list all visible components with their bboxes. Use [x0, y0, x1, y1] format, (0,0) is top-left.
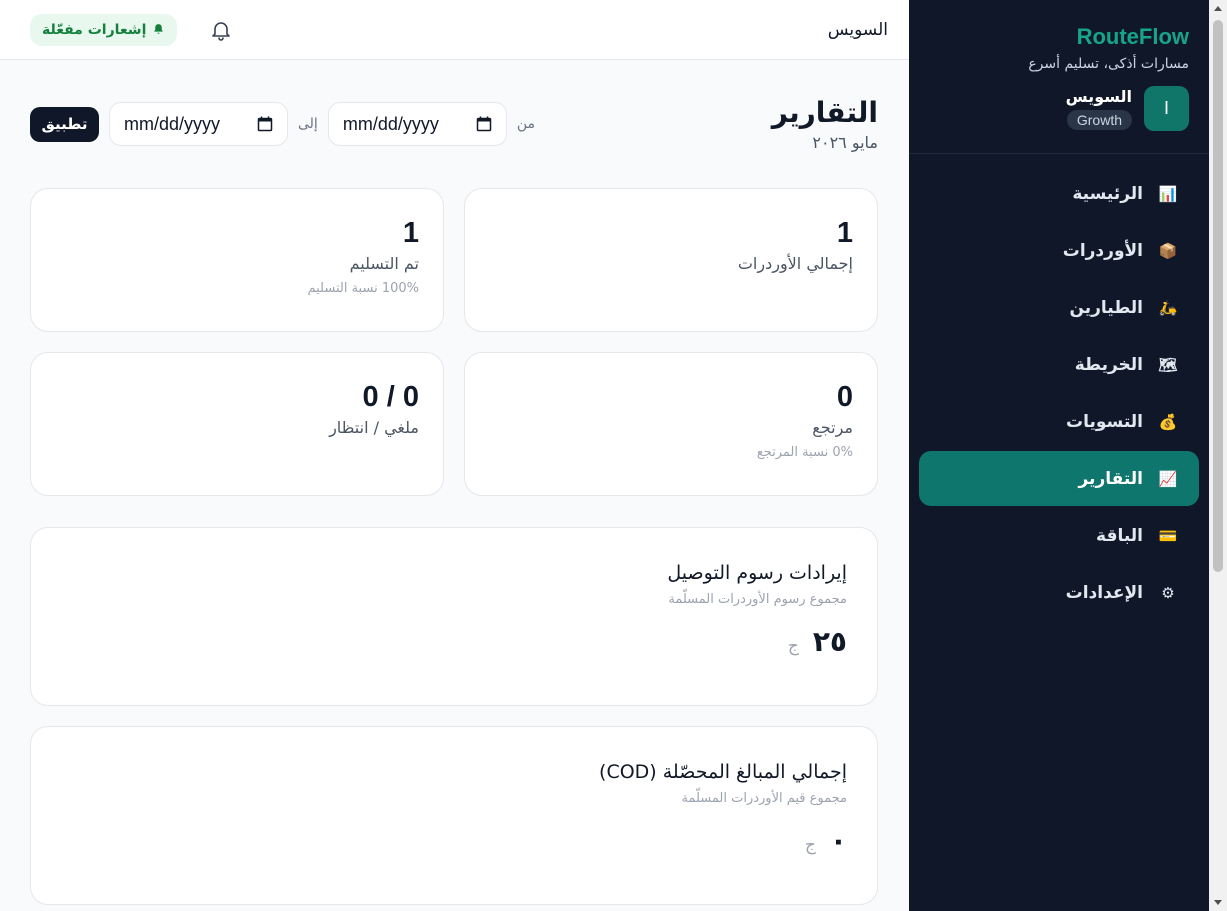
- bell-filled-icon: [154, 24, 164, 34]
- bar-chart-icon: 📊: [1158, 184, 1178, 203]
- sidebar: RouteFlow مسارات أذكى، تسليم أسرع I السو…: [909, 0, 1209, 911]
- money-bag-icon: 💰: [1158, 412, 1178, 431]
- card-value-row: ٠ ج: [61, 824, 847, 857]
- stat-label: مرتجع: [812, 418, 853, 437]
- gear-icon: ⚙: [1161, 583, 1175, 602]
- scooter-icon: 🛵: [1158, 298, 1178, 317]
- revenue-value: ٢٥: [812, 625, 847, 658]
- page-header: التقارير مايو ٢٠٢٦ من mm/dd/yyyy إلى mm/…: [30, 96, 878, 152]
- stat-card-cancelled-pending: 0 / 0 ملغي / انتظار: [30, 352, 444, 496]
- notifications-status-label: إشعارات مفعّلة: [42, 21, 147, 38]
- from-date-value: mm/dd/yyyy: [342, 113, 439, 134]
- stat-value: 1: [402, 217, 419, 249]
- sidebar-item-label: التقارير: [1078, 468, 1143, 489]
- scroll-down-arrow[interactable]: [1214, 900, 1222, 905]
- from-label: من: [516, 116, 535, 132]
- sidebar-item-settings[interactable]: ⚙ الإعدادات: [919, 565, 1199, 620]
- trend-chart-icon: 📈: [1158, 469, 1178, 488]
- brand-name[interactable]: RouteFlow: [929, 24, 1189, 50]
- sidebar-nav: 📊 الرئيسية 📦 الأوردرات 🛵 الطيارين 🗺 الخر…: [909, 154, 1209, 634]
- to-date-value: mm/dd/yyyy: [124, 113, 221, 134]
- apply-button[interactable]: تطبيق: [30, 106, 99, 142]
- currency-label: ج: [804, 835, 816, 855]
- stat-subtext: 0% نسبة المرتجع: [756, 445, 853, 460]
- calendar-icon[interactable]: [257, 116, 273, 132]
- map-icon: 🗺: [1158, 355, 1178, 374]
- stat-card-total-orders: 1 إجمالي الأوردرات: [464, 188, 878, 332]
- from-date-input[interactable]: mm/dd/yyyy: [327, 102, 507, 146]
- sidebar-item-plan[interactable]: 💳 الباقة: [919, 508, 1199, 563]
- sidebar-item-label: الأوردرات: [1062, 240, 1143, 261]
- stat-card-delivered: 1 تم التسليم 100% نسبة التسليم: [30, 188, 444, 332]
- card-value-row: ٢٥ ج: [61, 625, 847, 658]
- delivery-fees-revenue-card: إيرادات رسوم التوصيل مجموع رسوم الأوردرا…: [30, 527, 878, 706]
- stat-card-returned: 0 مرتجع 0% نسبة المرتجع: [464, 352, 878, 496]
- notifications-status-pill[interactable]: إشعارات مفعّلة: [30, 13, 178, 46]
- sidebar-item-label: الإعدادات: [1065, 582, 1143, 603]
- stat-value: 0 / 0: [362, 381, 419, 413]
- page-heading: التقارير مايو ٢٠٢٦: [772, 96, 878, 152]
- credit-card-icon: 💳: [1158, 526, 1178, 545]
- topbar: السويس إشعارات مفعّلة: [0, 0, 909, 60]
- sidebar-item-label: التسويات: [1066, 411, 1143, 432]
- package-icon: 📦: [1158, 241, 1178, 260]
- to-label: إلى: [298, 116, 318, 132]
- card-subtitle: مجموع رسوم الأوردرات المسلّمة: [668, 592, 847, 607]
- sidebar-item-reports[interactable]: 📈 التقارير: [919, 451, 1199, 506]
- scroll-up-arrow[interactable]: [1214, 6, 1222, 11]
- cod-total-card: إجمالي المبالغ المحصّلة (COD) مجموع قيم …: [30, 726, 878, 905]
- card-title: إجمالي المبالغ المحصّلة (COD): [599, 761, 847, 783]
- currency-label: ج: [787, 636, 799, 656]
- sidebar-item-label: الطيارين: [1069, 297, 1143, 318]
- account-panel[interactable]: I السويس Growth: [909, 72, 1209, 154]
- stat-label: ملغي / انتظار: [329, 418, 419, 437]
- account-name: السويس: [1065, 87, 1132, 106]
- stat-label: إجمالي الأوردرات: [737, 254, 853, 273]
- sidebar-item-drivers[interactable]: 🛵 الطيارين: [919, 280, 1199, 335]
- account-info: السويس Growth: [1066, 87, 1132, 130]
- plan-badge: Growth: [1066, 110, 1132, 130]
- avatar[interactable]: I: [1144, 86, 1189, 131]
- date-filters: من mm/dd/yyyy إلى mm/dd/yyyy تطبيق: [30, 102, 535, 146]
- bell-icon[interactable]: [209, 18, 233, 42]
- page-subtitle: مايو ٢٠٢٦: [812, 133, 878, 152]
- sidebar-item-map[interactable]: 🗺 الخريطة: [919, 337, 1199, 392]
- cod-value: ٠: [829, 824, 847, 857]
- brand: RouteFlow مسارات أذكى، تسليم أسرع: [909, 0, 1209, 72]
- main-content: التقارير مايو ٢٠٢٦ من mm/dd/yyyy إلى mm/…: [0, 60, 909, 911]
- scrollbar[interactable]: [1209, 0, 1227, 911]
- card-subtitle: مجموع قيم الأوردرات المسلّمة: [681, 791, 847, 806]
- stat-value: 1: [836, 217, 853, 249]
- sidebar-item-orders[interactable]: 📦 الأوردرات: [919, 223, 1199, 278]
- sidebar-item-label: الباقة: [1096, 525, 1143, 546]
- stat-subtext: 100% نسبة التسليم: [307, 281, 419, 296]
- topbar-actions: إشعارات مفعّلة: [30, 13, 233, 46]
- card-title: إيرادات رسوم التوصيل: [667, 562, 847, 584]
- sidebar-item-home[interactable]: 📊 الرئيسية: [919, 166, 1199, 221]
- page-title: التقارير: [771, 96, 878, 129]
- sidebar-item-settlements[interactable]: 💰 التسويات: [919, 394, 1199, 449]
- scroll-thumb[interactable]: [1213, 20, 1223, 572]
- sidebar-item-label: الخريطة: [1074, 354, 1143, 375]
- stat-value: 0: [836, 381, 853, 413]
- topbar-city: السويس: [827, 19, 888, 40]
- to-date-input[interactable]: mm/dd/yyyy: [109, 102, 288, 146]
- calendar-icon[interactable]: [476, 116, 492, 132]
- brand-tagline: مسارات أذكى، تسليم أسرع: [1028, 56, 1189, 72]
- sidebar-item-label: الرئيسية: [1072, 183, 1143, 204]
- stat-label: تم التسليم: [349, 254, 419, 273]
